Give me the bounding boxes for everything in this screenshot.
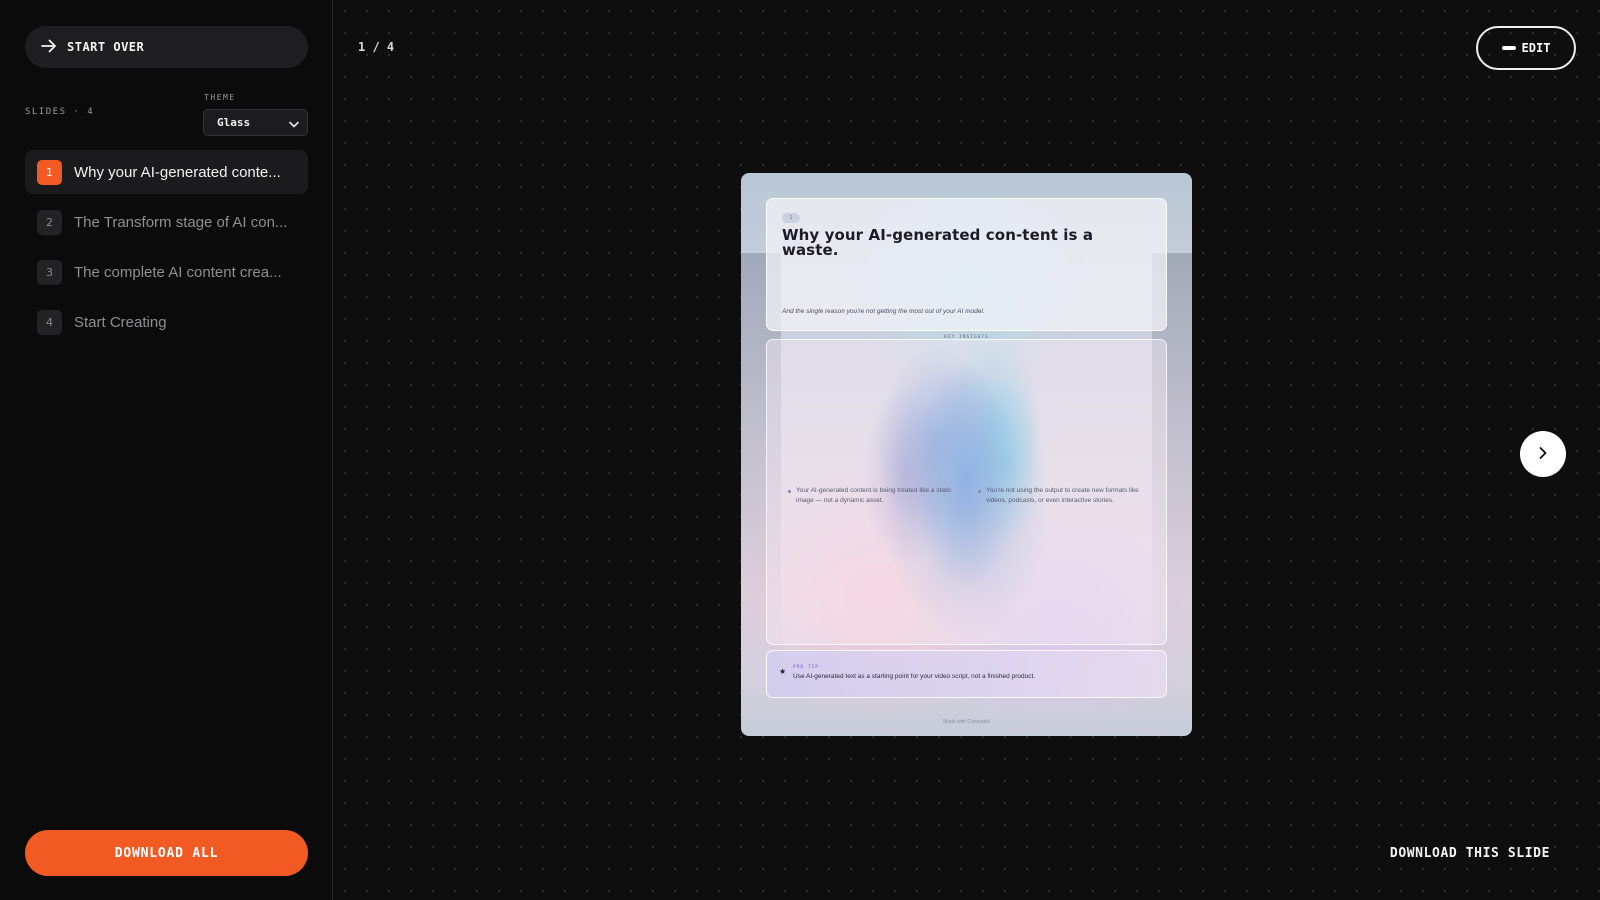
download-all-button[interactable]: DOWNLOAD ALL [25,830,308,876]
slide-title: The complete AI content crea... [74,263,282,281]
chevron-right-icon [1538,445,1548,464]
slide-counter: 1 / 4 [358,40,395,54]
slide-preview-area: 1 / 4 EDIT 1 Why your AI-generated con-t… [334,0,1600,900]
slide-number: 2 [37,209,62,235]
slide-title: Why your AI-generated conte... [74,163,281,181]
sidebar: START OVER SLIDES · 4 THEME Glass 1 Why … [0,0,333,900]
pro-tip-label: PRO TIP [793,665,819,670]
slide-header-panel: 1 Why your AI-generated con-tent is a wa… [766,198,1167,331]
next-slide-button[interactable] [1520,431,1566,477]
bullet-icon [978,490,981,493]
slide-footer-note: Made with Carousels [943,719,990,725]
slide-list-item-4[interactable]: 4 Start Creating [25,300,308,344]
insight-text: You're not using the output to create ne… [986,487,1139,504]
theme-value: Glass [217,116,251,129]
download-this-slide-button[interactable]: DOWNLOAD THIS SLIDE [1390,846,1550,861]
chevron-down-icon [289,113,299,132]
start-over-button[interactable]: START OVER [25,26,308,68]
start-over-label: START OVER [67,40,145,54]
slide-insights-panel: Your AI-generated content is being treat… [766,339,1167,645]
slide-list: 1 Why your AI-generated conte... 2 The T… [25,150,308,350]
slide-number: 4 [37,309,62,335]
slide-list-item-1[interactable]: 1 Why your AI-generated conte... [25,150,308,194]
slide-number: 3 [37,259,62,285]
slides-count: SLIDES · 4 [25,107,95,117]
edit-label: EDIT [1521,41,1551,55]
insight-point: Your AI-generated content is being treat… [788,486,956,506]
slide-heading: Why your AI-generated con-tent is a wast… [782,226,1094,259]
slide-subtitle: And the single reason you're not getting… [782,308,985,315]
slide-title: The Transform stage of AI con... [74,213,288,231]
dash-icon [1501,46,1516,50]
theme-label: THEME [204,93,236,102]
star-icon: ★ [779,667,787,676]
pro-tip-text: Use AI-generated text as a starting poin… [793,673,1036,680]
pro-tip-panel: ★ PRO TIP Use AI-generated text as a sta… [766,650,1167,698]
slide-title: Start Creating [74,313,167,331]
theme-select[interactable]: Glass [203,109,308,136]
slide-preview-card: 1 Why your AI-generated con-tent is a wa… [741,173,1192,736]
bullet-icon [788,490,791,493]
slide-badge: 1 [782,213,800,223]
slide-number: 1 [37,159,62,185]
insight-text: Your AI-generated content is being treat… [796,487,952,504]
slide-list-item-3[interactable]: 3 The complete AI content crea... [25,250,308,294]
insight-point: You're not using the output to create ne… [978,486,1146,506]
edit-button[interactable]: EDIT [1476,26,1576,70]
slide-list-item-2[interactable]: 2 The Transform stage of AI con... [25,200,308,244]
arrow-right-icon [41,38,57,57]
